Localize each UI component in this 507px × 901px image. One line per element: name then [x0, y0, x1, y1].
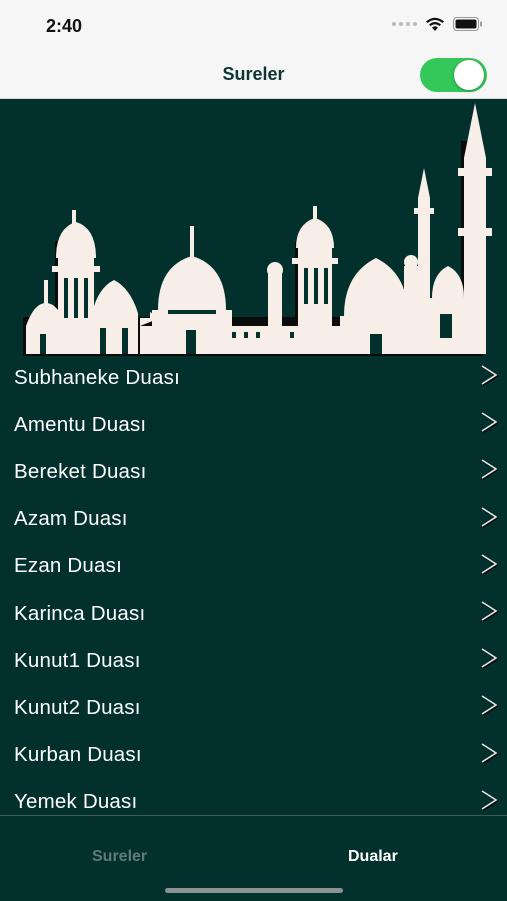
list-item-label: Subhaneke Duası — [14, 365, 180, 389]
chevron-right-icon — [481, 790, 499, 811]
list-item-label: Kurban Duası — [14, 743, 142, 767]
navigation-bar: Sureler — [0, 50, 507, 99]
chevron-right-icon — [481, 412, 499, 434]
mosque-banner-image — [23, 103, 492, 356]
list-item[interactable]: Kunut2 Duası — [0, 684, 507, 731]
chevron-right-icon — [481, 365, 499, 386]
chevron-right-icon — [481, 648, 499, 670]
chevron-right-icon — [481, 601, 499, 622]
home-indicator — [165, 888, 343, 893]
chevron-right-icon — [481, 742, 499, 764]
wifi-icon — [426, 17, 444, 31]
chevron-right-icon — [481, 506, 499, 528]
chevron-right-icon — [481, 459, 499, 481]
list-item-label: Yemek Duası — [14, 790, 138, 814]
cellular-signal-icon — [392, 22, 417, 26]
list-item[interactable]: Kunut1 Duası — [0, 637, 507, 684]
list-item[interactable]: Subhaneke Duası — [0, 354, 507, 401]
toggle-knob — [454, 60, 484, 90]
tab-sureler[interactable]: Sureler — [92, 848, 147, 866]
list-item-label: Ezan Duası — [14, 554, 122, 578]
list-item-label: Karinca Duası — [14, 601, 146, 625]
chevron-right-icon — [481, 554, 499, 575]
battery-icon — [453, 16, 482, 31]
chevron-right-icon — [481, 695, 499, 717]
list-item[interactable]: Bereket Duası — [0, 448, 507, 495]
list-item-label: Amentu Duası — [14, 412, 147, 436]
dua-list: Subhaneke Duası Amentu Duası Bereket Duası… — [0, 354, 507, 826]
list-item[interactable]: Azam Duası — [0, 496, 507, 543]
status-time: 2:40 — [46, 16, 83, 36]
status-bar: 2:40 — [0, 0, 507, 50]
list-item-label: Kunut1 Duası — [14, 648, 141, 672]
list-item-label: Azam Duası — [14, 507, 128, 531]
list-item[interactable]: Kurban Duası — [0, 732, 507, 779]
status-icons — [392, 16, 483, 32]
list-item[interactable]: Karinca Duası — [0, 590, 507, 637]
tab-dualar[interactable]: Dualar — [348, 848, 398, 866]
tab-bar: Sureler Dualar — [0, 815, 507, 901]
mode-toggle[interactable] — [420, 58, 487, 92]
list-item[interactable]: Ezan Duası — [0, 543, 507, 590]
list-item-label: Kunut2 Duası — [14, 695, 141, 719]
list-item-label: Bereket Duası — [14, 459, 147, 483]
list-item[interactable]: Amentu Duası — [0, 401, 507, 448]
